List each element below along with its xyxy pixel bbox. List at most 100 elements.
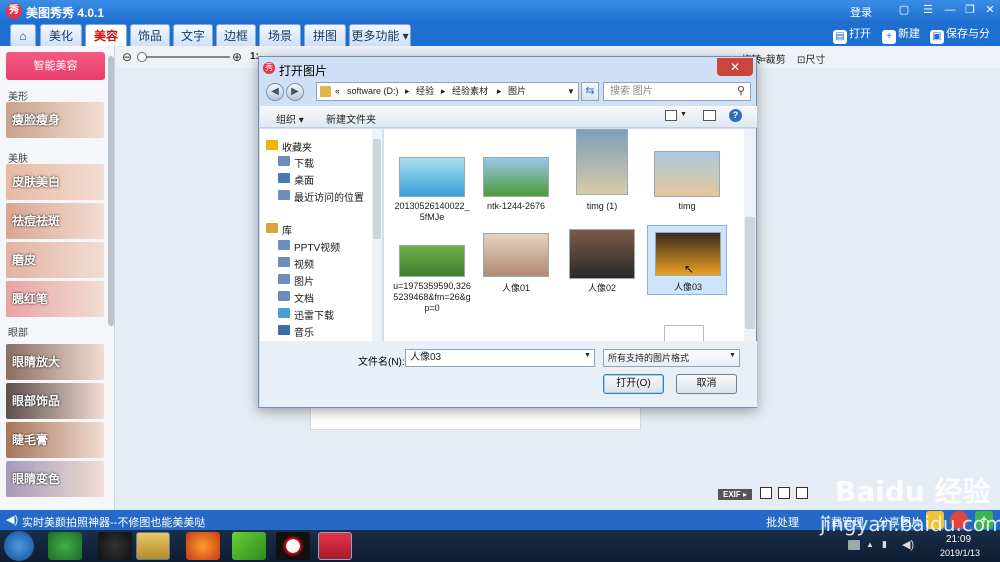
thunder-folder-icon xyxy=(278,308,290,318)
new-folder-button[interactable]: 新建文件夹 xyxy=(326,111,376,126)
tab-text[interactable]: 文字 xyxy=(173,24,213,46)
address-overflow[interactable]: « xyxy=(335,83,340,100)
file-tile[interactable]: 人像01 xyxy=(476,233,556,325)
nav-favorites[interactable]: 收藏夹 xyxy=(266,139,312,154)
status-tip[interactable]: 实时美颜拍照神器--不修图也能美美哒 xyxy=(22,514,205,530)
tab-scene[interactable]: 场景 xyxy=(259,24,301,46)
dialog-search-input[interactable]: 搜索 图片 xyxy=(603,82,751,101)
batch-process-link[interactable]: 批处理 xyxy=(766,514,799,530)
fit-icon[interactable] xyxy=(778,487,790,499)
zoom-in-icon[interactable]: ⊕ xyxy=(232,50,242,64)
nav-thunder-downloads[interactable]: 迅雷下载 xyxy=(278,307,334,322)
tab-accessories[interactable]: 饰品 xyxy=(130,24,170,46)
sidebar-item-eye-color[interactable]: 眼睛变色 xyxy=(6,461,104,497)
smart-beauty-button[interactable]: 智能美容 xyxy=(6,52,105,80)
file-tile[interactable]: 人像02 xyxy=(562,229,642,321)
forward-icon[interactable]: ▶ xyxy=(286,83,304,101)
cancel-button[interactable]: 取消 xyxy=(676,374,737,394)
start-button-icon[interactable] xyxy=(4,531,34,561)
tab-home[interactable]: ⌂ xyxy=(10,24,36,46)
search-icon[interactable]: ⚲ xyxy=(737,84,745,97)
qq-icon[interactable] xyxy=(98,532,132,560)
battery-icon[interactable] xyxy=(848,540,860,550)
view-options-icon[interactable] xyxy=(665,110,677,121)
breadcrumb-material[interactable]: 经验素材 xyxy=(452,83,488,100)
meitu-taskbar-icon[interactable] xyxy=(318,532,352,560)
file-tile[interactable]: ntk-1244-2676 xyxy=(476,151,556,243)
file-tile[interactable]: 20130526140022_5fMJe xyxy=(392,151,472,243)
view-dropdown-icon[interactable]: ▼ xyxy=(680,111,687,118)
nav-videos[interactable]: 视频 xyxy=(278,256,314,271)
restore-button[interactable]: ❐ xyxy=(962,3,978,17)
tab-collage[interactable]: 拼图 xyxy=(304,24,346,46)
sidebar-item-blush[interactable]: 腮红笔 xyxy=(6,281,104,317)
network-icon[interactable]: ▮ xyxy=(882,539,887,550)
login-link[interactable]: 登录 xyxy=(850,4,872,20)
tab-more-features[interactable]: 更多功能 ▾ xyxy=(349,24,411,46)
zoom-slider-knob[interactable] xyxy=(137,52,147,62)
clock-date[interactable]: 2019/1/13 xyxy=(940,548,980,558)
nav-documents[interactable]: 文档 xyxy=(278,290,314,305)
tab-border[interactable]: 边框 xyxy=(216,24,256,46)
nav-desktop[interactable]: 桌面 xyxy=(278,172,314,187)
volume-icon[interactable]: ◀) xyxy=(902,538,914,551)
nav-recent-places[interactable]: 最近访问的位置 xyxy=(278,189,364,204)
sidebar-item-whitening[interactable]: 皮肤美白 xyxy=(6,164,104,200)
zoom-slider-track[interactable] xyxy=(140,56,230,58)
filetype-select[interactable]: 所有支持的图片格式 xyxy=(603,349,740,367)
tab-beautify[interactable]: 美化 xyxy=(40,24,82,46)
nav-downloads[interactable]: 下载 xyxy=(278,155,314,170)
taskbar-app-icon[interactable] xyxy=(48,532,82,560)
tab-beauty[interactable]: 美容 xyxy=(85,24,127,46)
file-tile[interactable]: timg (1) xyxy=(562,129,642,221)
breadcrumb-pictures[interactable]: 图片 xyxy=(508,83,526,100)
breadcrumb-jingyan[interactable]: 经验 xyxy=(416,83,434,100)
exif-button[interactable]: EXIF ▸ xyxy=(718,489,752,500)
video-app-icon[interactable] xyxy=(232,532,266,560)
nav-music[interactable]: 音乐 xyxy=(278,324,314,339)
sidebar-item-smooth-skin[interactable]: 磨皮 xyxy=(6,242,104,278)
firefox-icon[interactable] xyxy=(186,532,220,560)
filetype-dropdown-icon[interactable]: ▼ xyxy=(729,352,736,359)
menu-icon[interactable]: ☰ xyxy=(920,3,936,17)
recorder-icon[interactable] xyxy=(276,532,310,560)
organize-menu[interactable]: 组织 ▾ xyxy=(276,111,304,126)
file-tile-selected[interactable]: 人像03 ↖ xyxy=(647,225,727,295)
refresh-icon[interactable]: ⇆ xyxy=(581,82,599,101)
save-share-action[interactable]: ▣保存与分享 xyxy=(930,26,1000,58)
breadcrumb-drive[interactable]: software (D:) xyxy=(347,83,399,100)
fullscreen-icon[interactable] xyxy=(796,487,808,499)
files-scroll-thumb[interactable] xyxy=(745,217,755,329)
sidebar-item-acne-removal[interactable]: 祛痘祛斑 xyxy=(6,203,104,239)
nav-scroll-thumb[interactable] xyxy=(373,139,381,239)
nav-pptv-video[interactable]: PPTV视频 xyxy=(278,239,340,254)
sidebar-item-eye-accessory[interactable]: 眼部饰品 xyxy=(6,383,104,419)
minimize-button[interactable]: — xyxy=(942,3,958,17)
sidebar-item-eye-enlarge[interactable]: 眼睛放大 xyxy=(6,344,104,380)
filename-input[interactable]: 人像03 xyxy=(405,349,595,367)
address-dropdown-icon[interactable]: ▼ xyxy=(567,83,575,100)
close-button[interactable]: ✕ xyxy=(982,3,998,17)
sidebar-item-mascara[interactable]: 睫毛膏 xyxy=(6,422,104,458)
open-action[interactable]: ▤ 打开 xyxy=(833,26,871,44)
nav-libraries[interactable]: 库 xyxy=(266,222,292,237)
open-button[interactable]: 打开(O) xyxy=(603,374,664,394)
message-icon[interactable]: ▢ xyxy=(896,3,912,17)
compare-icon[interactable] xyxy=(760,487,772,499)
crop-button[interactable]: ⌗裁剪 xyxy=(760,51,786,66)
sidebar-scrollbar[interactable] xyxy=(108,56,114,326)
preview-pane-icon[interactable] xyxy=(703,110,716,121)
back-icon[interactable]: ◀ xyxy=(266,83,284,101)
sidebar-item-slim-face[interactable]: 瘦脸瘦身 xyxy=(6,102,104,138)
help-icon[interactable]: ? xyxy=(729,109,742,122)
tray-expand-icon[interactable]: ▲ xyxy=(866,540,874,549)
filename-dropdown-icon[interactable]: ▼ xyxy=(584,352,591,359)
size-button[interactable]: ⊡尺寸 xyxy=(797,51,825,66)
new-action[interactable]: + 新建 xyxy=(882,26,920,44)
nav-pictures[interactable]: 图片 xyxy=(278,273,314,288)
zoom-out-icon[interactable]: ⊖ xyxy=(122,50,132,64)
dialog-close-button[interactable]: ✕ xyxy=(717,58,753,76)
file-tile[interactable]: u=1975359590,3265239468&fm=26&gp=0 xyxy=(392,241,472,333)
address-bar[interactable]: « software (D:) ▸ 经验 ▸ 经验素材 ▸ 图片 ▼ xyxy=(316,82,579,101)
file-explorer-icon[interactable] xyxy=(136,532,170,560)
